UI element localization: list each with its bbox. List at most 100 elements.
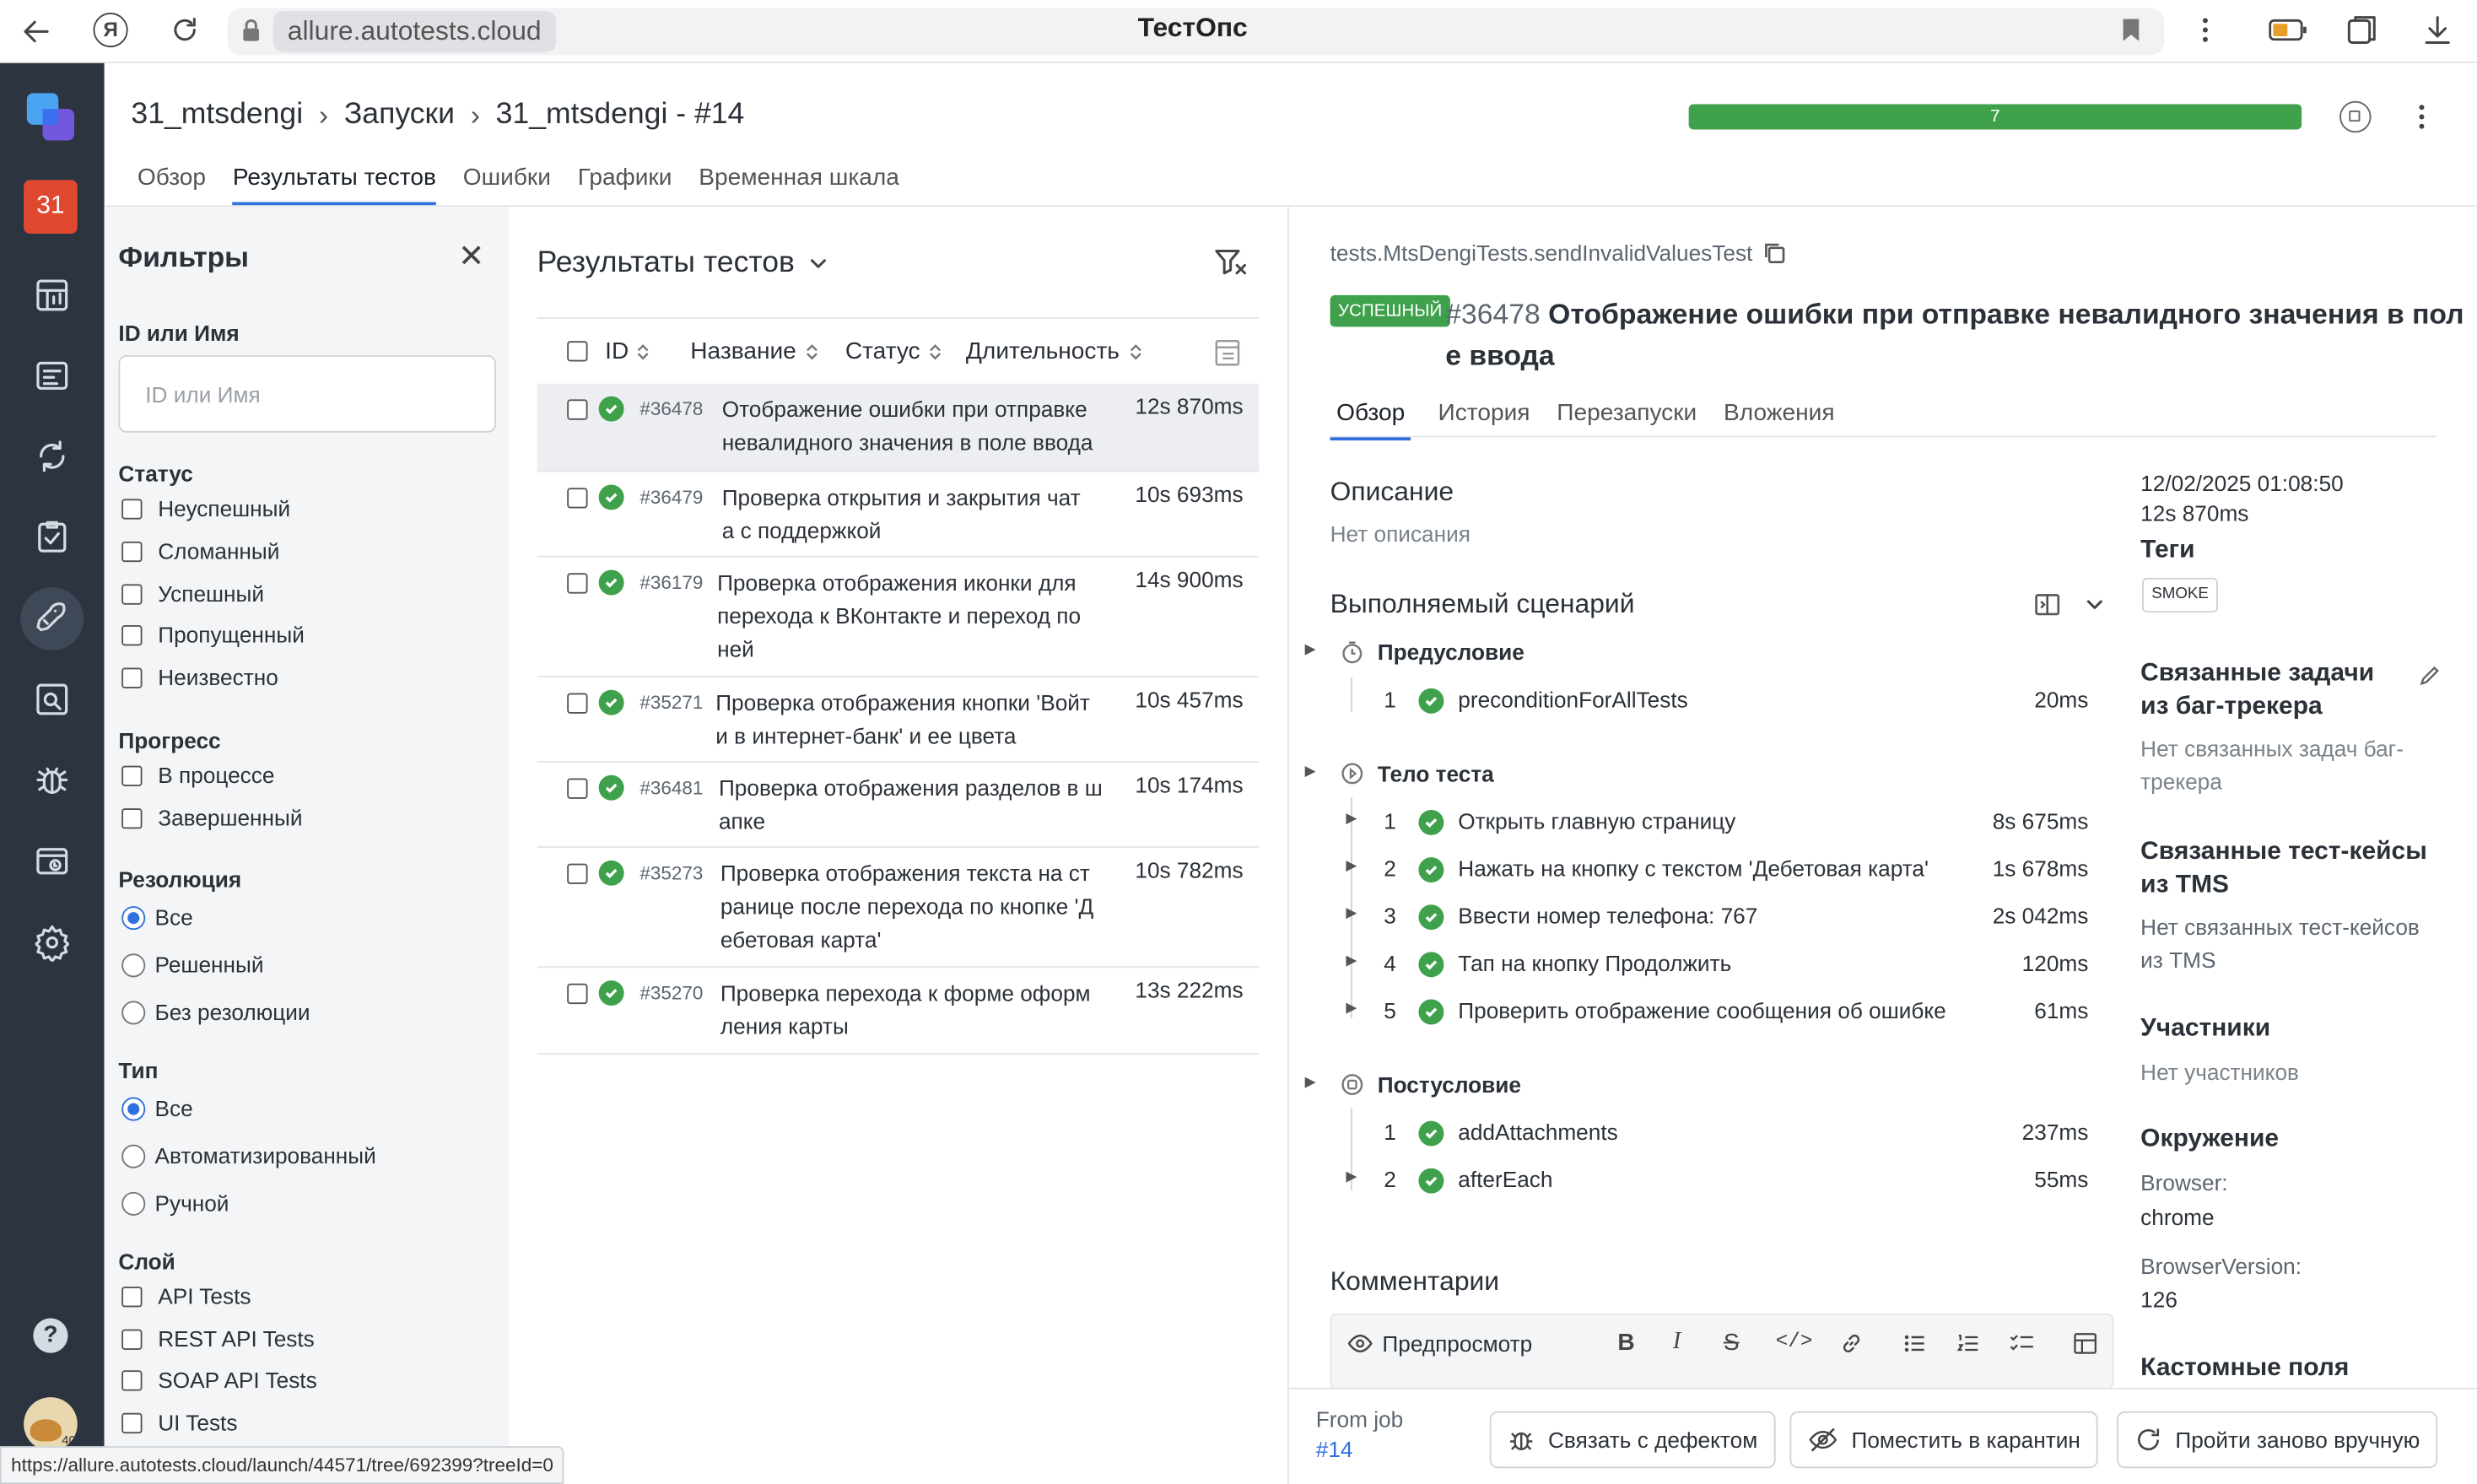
checkbox[interactable] bbox=[121, 540, 143, 562]
table-icon[interactable] bbox=[2073, 1330, 2098, 1356]
checkbox[interactable] bbox=[121, 764, 143, 785]
preview-toggle[interactable]: Предпросмотр bbox=[1347, 1330, 1532, 1356]
test-body-group[interactable]: ▶ Тело теста bbox=[1305, 756, 2095, 794]
checkbox[interactable] bbox=[121, 1286, 143, 1307]
radio[interactable] bbox=[121, 952, 146, 977]
testops-logo-icon[interactable] bbox=[24, 90, 80, 147]
checkbox[interactable] bbox=[121, 624, 143, 645]
checklist-icon[interactable] bbox=[2010, 1330, 2035, 1356]
caret-right-icon[interactable]: ▶ bbox=[1346, 1168, 1357, 1186]
checkbox[interactable] bbox=[121, 1369, 143, 1390]
sort-icon[interactable] bbox=[806, 342, 818, 360]
project-badge[interactable]: 31 bbox=[24, 180, 78, 234]
id-name-input[interactable] bbox=[118, 355, 496, 433]
reload-icon[interactable] bbox=[167, 13, 202, 47]
radio-selected[interactable] bbox=[121, 1096, 146, 1120]
link-defect-button[interactable]: Связать с дефектом bbox=[1489, 1411, 1775, 1469]
postcondition-step[interactable]: ▶ 2 afterEach 55ms bbox=[1305, 1162, 2095, 1200]
url-text[interactable]: allure.autotests.cloud bbox=[273, 11, 556, 52]
checkbox[interactable] bbox=[121, 1411, 143, 1433]
status-checkbox-skipped[interactable]: Пропущенный bbox=[121, 622, 305, 647]
numbered-list-icon[interactable] bbox=[1956, 1330, 1981, 1356]
body-step[interactable]: ▶ 5 Проверить отображение сообщения об о… bbox=[1305, 993, 2095, 1031]
layer-checkbox-rest-api[interactable]: REST API Tests bbox=[121, 1326, 315, 1352]
row-checkbox[interactable] bbox=[567, 488, 588, 509]
column-duration[interactable]: Длительность bbox=[966, 337, 1120, 364]
rerun-manual-button[interactable]: Пройти заново вручную bbox=[2117, 1411, 2437, 1469]
caret-right-icon[interactable]: ▶ bbox=[1346, 904, 1357, 922]
sort-icon[interactable] bbox=[930, 342, 942, 360]
link-icon[interactable] bbox=[1839, 1330, 1864, 1356]
postcondition-group[interactable]: ▶ Постусловие bbox=[1305, 1067, 2095, 1105]
breadcrumb-project[interactable]: 31_mtsdengi bbox=[131, 98, 303, 132]
select-all-checkbox[interactable] bbox=[567, 341, 588, 362]
type-radio-manual[interactable]: Ручной bbox=[121, 1190, 229, 1216]
status-checkbox-passed[interactable]: Успешный bbox=[121, 581, 264, 607]
column-settings-icon[interactable] bbox=[1212, 336, 1243, 367]
checkbox[interactable] bbox=[121, 807, 143, 828]
column-name[interactable]: Название bbox=[690, 337, 796, 364]
radio[interactable] bbox=[121, 1190, 146, 1215]
dashboard-icon[interactable] bbox=[20, 264, 84, 327]
tab-retries[interactable]: Перезапуски bbox=[1557, 399, 1697, 435]
tab-attachments[interactable]: Вложения bbox=[1724, 399, 1835, 435]
defects-bug-icon[interactable] bbox=[20, 748, 84, 812]
bullet-list-icon[interactable] bbox=[1902, 1330, 1927, 1356]
table-row[interactable]: #35271 Проверка отображения кнопки 'Войт… bbox=[537, 677, 1260, 763]
strikethrough-icon[interactable]: S bbox=[1724, 1330, 1740, 1357]
precondition-group[interactable]: ▶ Предусловие bbox=[1305, 634, 2095, 672]
breadcrumb-launches[interactable]: Запуски bbox=[344, 98, 455, 132]
more-menu-icon[interactable] bbox=[2410, 101, 2432, 132]
caret-right-icon[interactable]: ▶ bbox=[1346, 1000, 1357, 1017]
kebab-menu-icon[interactable] bbox=[2193, 14, 2218, 46]
sort-icon[interactable] bbox=[637, 342, 650, 360]
chevron-down-icon[interactable] bbox=[2084, 594, 2106, 616]
table-row[interactable]: #36179 Проверка отображения иконки для пе… bbox=[537, 558, 1260, 677]
test-cases-icon[interactable] bbox=[20, 344, 84, 407]
postcondition-step[interactable]: 1 addAttachments 237ms bbox=[1305, 1114, 2095, 1152]
analytics-search-icon[interactable] bbox=[20, 668, 84, 731]
sort-icon[interactable] bbox=[1129, 342, 1141, 360]
caret-right-icon[interactable]: ▶ bbox=[1305, 763, 1316, 780]
table-row[interactable]: #36481 Проверка отображения разделов в ш… bbox=[537, 763, 1260, 848]
job-link[interactable]: #14 bbox=[1316, 1437, 1353, 1462]
tag-chip[interactable]: SMOKE bbox=[2142, 577, 2219, 613]
layer-checkbox-ui[interactable]: UI Tests bbox=[121, 1410, 237, 1435]
yandex-logo-icon[interactable]: Я bbox=[93, 12, 128, 48]
download-icon[interactable] bbox=[2420, 13, 2455, 47]
resolution-radio-none[interactable]: Без резолюции bbox=[121, 1000, 310, 1024]
status-checkbox-broken[interactable]: Сломанный bbox=[121, 538, 279, 564]
caret-right-icon[interactable]: ▶ bbox=[1305, 1073, 1316, 1091]
sync-icon[interactable] bbox=[20, 424, 84, 488]
radio[interactable] bbox=[121, 1143, 146, 1168]
jobs-icon[interactable] bbox=[20, 830, 84, 893]
row-checkbox[interactable] bbox=[567, 778, 588, 799]
column-status[interactable]: Статус bbox=[845, 337, 920, 364]
tab-overview[interactable]: Обзор bbox=[138, 165, 206, 206]
precondition-step[interactable]: 1 preconditionForAllTests 20ms bbox=[1305, 682, 2095, 720]
back-arrow-icon[interactable] bbox=[19, 14, 53, 49]
caret-right-icon[interactable]: ▶ bbox=[1305, 641, 1316, 659]
body-step[interactable]: ▶ 1 Открыть главную страницу 8s 675ms bbox=[1305, 803, 2095, 841]
bold-icon[interactable]: B bbox=[1617, 1330, 1634, 1357]
body-step[interactable]: ▶ 2 Нажать на кнопку с текстом 'Дебетова… bbox=[1305, 851, 2095, 889]
column-id[interactable]: ID bbox=[605, 337, 629, 364]
caret-right-icon[interactable]: ▶ bbox=[1346, 857, 1357, 875]
tab-detail-overview[interactable]: Обзор bbox=[1330, 399, 1411, 441]
row-checkbox[interactable] bbox=[567, 573, 588, 594]
type-radio-all[interactable]: Все bbox=[121, 1096, 193, 1121]
row-checkbox[interactable] bbox=[567, 863, 588, 884]
launches-rocket-icon[interactable] bbox=[20, 587, 84, 650]
tab-charts[interactable]: Графики bbox=[578, 165, 672, 206]
edit-pencil-icon[interactable] bbox=[2417, 663, 2442, 688]
table-row[interactable]: #36478 Отображение ошибки при отправке не… bbox=[537, 383, 1260, 472]
body-step[interactable]: ▶ 4 Тап на кнопку Продолжить 120ms bbox=[1305, 946, 2095, 984]
checkbox[interactable] bbox=[121, 498, 143, 519]
table-row[interactable]: #35273 Проверка отображения текста на ст… bbox=[537, 848, 1260, 969]
layer-checkbox-soap-api[interactable]: SOAP API Tests bbox=[121, 1368, 317, 1392]
table-row[interactable]: #35270 Проверка перехода к форме оформ ле… bbox=[537, 968, 1260, 1055]
checkbox[interactable] bbox=[121, 666, 143, 688]
clear-filter-icon[interactable] bbox=[1213, 246, 1248, 278]
stop-launch-icon[interactable] bbox=[2339, 100, 2372, 133]
collections-icon[interactable] bbox=[2345, 13, 2379, 47]
